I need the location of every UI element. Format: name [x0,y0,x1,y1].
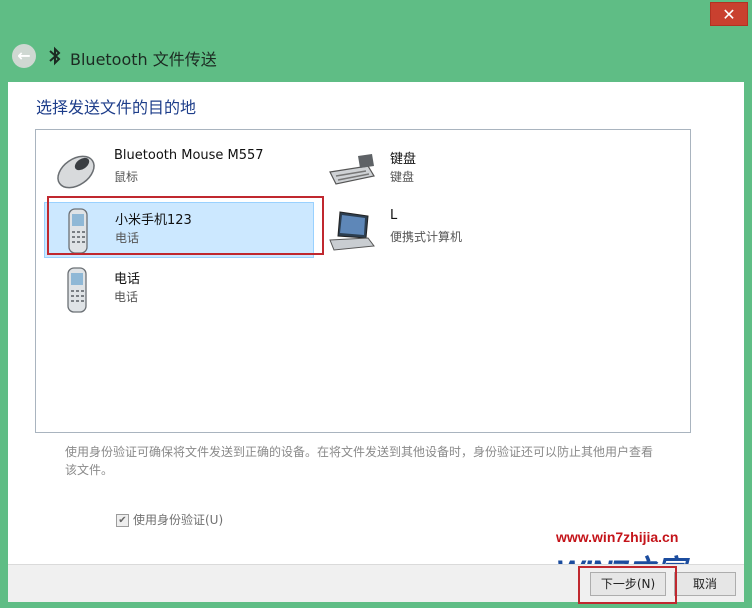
keyboard-icon [329,154,375,185]
device-name: 键盘 [390,152,417,167]
device-item-keyboard[interactable]: 键盘 键盘 [320,142,590,198]
back-button[interactable]: ← [12,44,36,68]
laptop-icon [329,211,375,251]
bluetooth-icon [49,46,61,66]
device-type: 电话 [114,290,139,304]
device-type: 键盘 [390,170,415,184]
mouse-icon [57,155,95,189]
device-name: L [390,208,398,223]
phone-icon [67,267,87,313]
title-bar: ← Bluetooth 文件传送 [0,30,752,82]
close-button[interactable]: ✕ [710,2,748,26]
device-name: 电话 [114,272,141,287]
auth-checkbox[interactable]: ✔ [116,514,129,527]
next-button-highlight-annotation [578,566,677,604]
device-type: 鼠标 [114,170,139,184]
device-name: Bluetooth Mouse M557 [114,148,264,163]
auth-description: 使用身份验证可确保将文件发送到正确的设备。在将文件发送到其他设备时，身份验证还可… [65,445,654,477]
device-item-laptop[interactable]: L 便携式计算机 [320,202,590,258]
auth-checkbox-row[interactable]: ✔ 使用身份验证(U) [116,511,223,528]
selection-highlight-annotation [47,196,324,255]
device-item-phone[interactable]: 电话 电话 [44,262,314,318]
page-heading: 选择发送文件的目的地 [36,98,197,117]
content-panel: 选择发送文件的目的地 Bluetooth Mouse M557 鼠标 键盘 键盘 [8,82,744,564]
window-title: Bluetooth 文件传送 [70,50,217,69]
device-type: 便携式计算机 [390,230,463,244]
device-list[interactable]: Bluetooth Mouse M557 鼠标 键盘 键盘 小米手机123 电话 [35,129,691,433]
device-item-mouse[interactable]: Bluetooth Mouse M557 鼠标 [44,142,314,198]
auth-checkbox-label: 使用身份验证(U) [133,513,224,527]
cancel-button[interactable]: 取消 [674,572,736,596]
watermark-url: www.win7zhijia.cn [556,529,679,545]
